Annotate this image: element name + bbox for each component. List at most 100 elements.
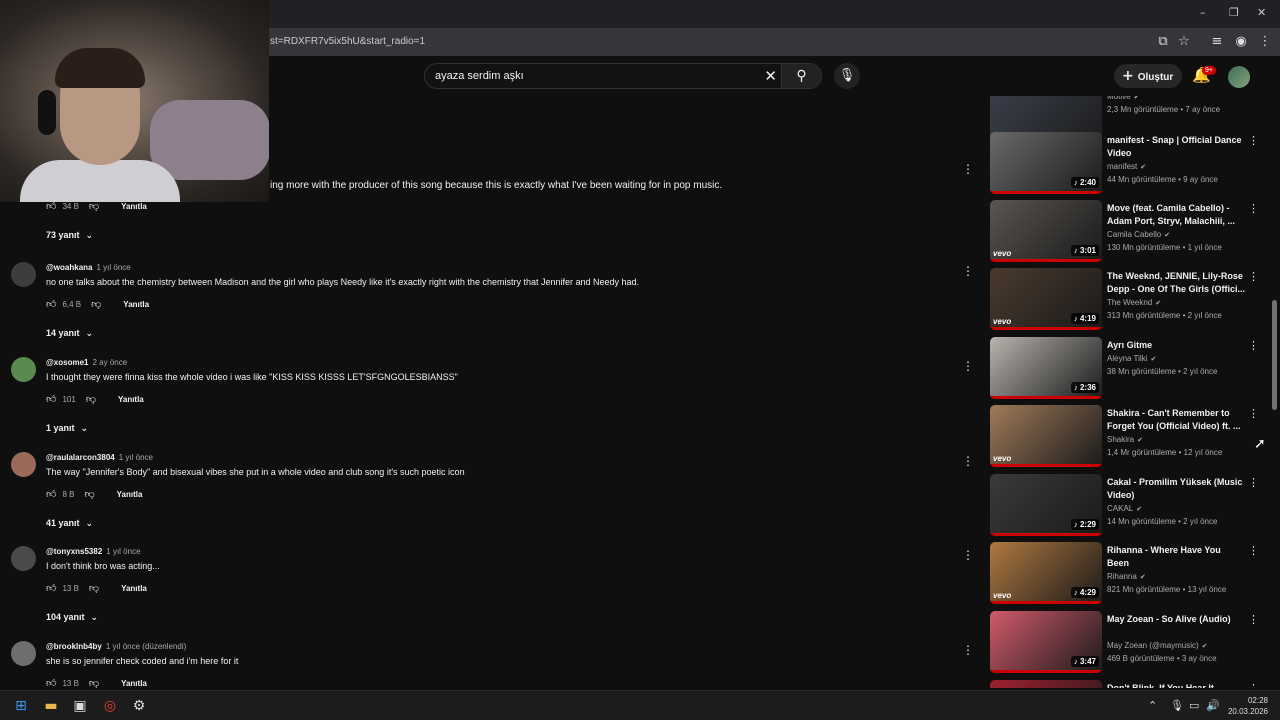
video-thumbnail[interactable]: ♪ 2:29	[990, 474, 1102, 536]
dislike-icon[interactable]: 👎︎	[86, 394, 96, 405]
dislike-icon[interactable]: 👎︎	[89, 678, 99, 688]
minimize-button[interactable]: –	[1200, 6, 1206, 19]
video-thumbnail[interactable]: ♪ 2:40	[990, 132, 1102, 194]
recommended-video[interactable]: ♪ 2:36 Ayrı Gitme Aleyna Tilki ✔ 38 Mn görün…	[990, 337, 1270, 403]
comment-menu-icon[interactable]: ⋮	[962, 359, 974, 373]
like-icon[interactable]: 👍︎	[46, 299, 56, 310]
comment-avatar[interactable]	[11, 452, 36, 477]
page-scrollbar[interactable]	[1272, 96, 1278, 688]
scrollbar-thumb[interactable]	[1272, 300, 1277, 410]
system-clock[interactable]: 02:28 20.03.2026	[1222, 695, 1268, 717]
user-avatar[interactable]	[1228, 66, 1250, 88]
close-window-button[interactable]: ✕	[1257, 6, 1266, 19]
channel-name[interactable]: manifest ✔	[1107, 162, 1146, 171]
video-title[interactable]: manifest - Snap | Official Dance Video	[1107, 134, 1245, 160]
comment-avatar[interactable]	[11, 357, 36, 382]
video-menu-icon[interactable]: ⋮	[1248, 544, 1259, 557]
install-app-icon[interactable]: ⧉	[1154, 33, 1172, 51]
video-title[interactable]: Cakal - Promilim Yüksek (Music Video)	[1107, 476, 1245, 502]
comment-time[interactable]: 1 yıl önce	[106, 547, 140, 556]
video-thumbnail[interactable]: vevo	[990, 405, 1102, 467]
reply-button[interactable]: Yanıtla	[121, 584, 147, 593]
comment-menu-icon[interactable]: ⋮	[962, 162, 974, 176]
search-box[interactable]: ayaza serdim aşkı ✕ ⚲	[424, 63, 822, 89]
comment-author[interactable]: @tonyxns5382 1 yıl önce	[46, 547, 141, 556]
video-menu-icon[interactable]: ⋮	[1248, 134, 1259, 147]
comment-menu-icon[interactable]: ⋮	[962, 548, 974, 562]
video-menu-icon[interactable]: ⋮	[1248, 407, 1259, 420]
comment-time[interactable]: 1 yıl önce (düzenlendi)	[106, 642, 187, 651]
video-menu-icon[interactable]: ⋮	[1248, 476, 1259, 489]
network-icon[interactable]: ▭	[1189, 699, 1199, 712]
video-thumbnail[interactable]: vevo ♪ 3:01	[990, 200, 1102, 262]
channel-name[interactable]: May Zoean (@maymusic) ✔	[1107, 641, 1208, 650]
like-icon[interactable]: 👍︎	[46, 678, 56, 688]
like-icon[interactable]: 👍︎	[46, 489, 56, 500]
reply-button[interactable]: Yanıtla	[117, 490, 143, 499]
recommended-video[interactable]: ♪ 2:40 manifest - Snap | Official Dance V…	[990, 132, 1270, 198]
channel-name[interactable]: CAKAL ✔	[1107, 504, 1142, 513]
dislike-icon[interactable]: 👎︎	[91, 299, 101, 310]
reply-button[interactable]: Yanıtla	[123, 300, 149, 309]
comment-author[interactable]: @xosome1 2 ay önce	[46, 358, 127, 367]
view-replies-button[interactable]: 1 yanıt ⌄	[46, 423, 88, 434]
comment-avatar[interactable]	[11, 262, 36, 287]
video-menu-icon[interactable]: ⋮	[1248, 613, 1259, 626]
app-icon[interactable]: ⚙	[130, 697, 148, 715]
url-text[interactable]: st=RDXFR7v5ix5hU&start_radio=1	[270, 36, 425, 47]
comment-author[interactable]: @raulalarcon3804 1 yıl önce	[46, 453, 153, 462]
microphone-tray-icon[interactable]: 🎙	[1170, 699, 1184, 712]
chrome-icon[interactable]: ◎	[101, 697, 119, 715]
comment-menu-icon[interactable]: ⋮	[962, 454, 974, 468]
maximize-button[interactable]: ❐	[1229, 6, 1239, 19]
recommended-video[interactable]: vevo ♪ 3:01 Move (feat. Camila Cabello) - …	[990, 200, 1270, 266]
file-explorer-icon[interactable]: ▬	[42, 697, 60, 715]
view-replies-button[interactable]: 73 yanıt ⌄	[46, 230, 93, 241]
video-thumbnail[interactable]: vevo ♪ 4:29	[990, 542, 1102, 604]
channel-name[interactable]: Shakira ✔	[1107, 435, 1143, 444]
windows-start-icon[interactable]: ⊞	[12, 697, 30, 715]
video-title[interactable]: Shakira - Can't Remember to Forget You (…	[1107, 407, 1245, 433]
comment-time[interactable]: 1 yıl önce	[96, 263, 130, 272]
create-button[interactable]: + Oluştur	[1114, 64, 1182, 88]
channel-name[interactable]: Camila Cabello ✔	[1107, 230, 1170, 239]
video-title[interactable]: Ayrı Gitme	[1107, 339, 1245, 352]
media-control-icon[interactable]: ≡	[1208, 33, 1226, 51]
clear-search-icon[interactable]: ✕	[764, 67, 777, 85]
video-title[interactable]: Move (feat. Camila Cabello) - Adam Port,…	[1107, 202, 1245, 228]
comment-time[interactable]: 1 yıl önce	[119, 453, 153, 462]
video-thumbnail[interactable]: vevo ♪ 4:19	[990, 268, 1102, 330]
comment-time[interactable]: 2 ay önce	[92, 358, 127, 367]
video-thumbnail[interactable]: ♪ 2:36	[990, 337, 1102, 399]
video-title[interactable]: Rihanna - Where Have You Been	[1107, 544, 1245, 570]
store-icon[interactable]: ▣	[71, 697, 89, 715]
channel-name[interactable]: Motive ✔	[1107, 96, 1139, 101]
like-icon[interactable]: 👍︎	[46, 583, 56, 594]
channel-name[interactable]: Rihanna ✔	[1107, 572, 1146, 581]
tray-expand-icon[interactable]: ⌃	[1148, 699, 1157, 712]
comment-author[interactable]: @brooklnb4by 1 yıl önce (düzenlendi)	[46, 642, 186, 651]
channel-name[interactable]: The Weeknd ✔	[1107, 298, 1161, 307]
search-input[interactable]: ayaza serdim aşkı	[435, 70, 524, 82]
video-title[interactable]: Don't Blink, If You Hear It	[1107, 682, 1245, 688]
video-title[interactable]: May Zoean - So Alive (Audio)	[1107, 613, 1245, 626]
video-menu-icon[interactable]: ⋮	[1248, 202, 1259, 215]
recommended-video[interactable]: vevo ♪ 4:19 The Weeknd, JENNIE, Lily-Rose …	[990, 268, 1270, 334]
like-icon[interactable]: 👍︎	[46, 394, 56, 405]
recommended-video[interactable]: Don't Blink, If You Hear It⋮	[990, 680, 1270, 688]
reply-button[interactable]: Yanıtla	[121, 202, 147, 211]
dislike-icon[interactable]: 👎︎	[84, 489, 94, 500]
reply-button[interactable]: Yanıtla	[121, 679, 147, 688]
dislike-icon[interactable]: 👎︎	[89, 583, 99, 594]
comment-menu-icon[interactable]: ⋮	[962, 264, 974, 278]
channel-name[interactable]: Aleyna Tilki ✔	[1107, 354, 1156, 363]
comment-avatar[interactable]	[11, 641, 36, 666]
reply-button[interactable]: Yanıtla	[118, 395, 144, 404]
video-thumbnail[interactable]: ♪ 3:47	[990, 611, 1102, 673]
view-replies-button[interactable]: 41 yanıt ⌄	[46, 518, 93, 529]
video-title[interactable]: The Weeknd, JENNIE, Lily-Rose Depp - One…	[1107, 270, 1245, 296]
voice-search-button[interactable]: 🎙	[834, 63, 860, 89]
recommended-video[interactable]: vevo Shakira - Can't Remember to Forget Y…	[990, 405, 1270, 471]
video-thumbnail[interactable]	[990, 680, 1102, 688]
view-replies-button[interactable]: 104 yanıt ⌄	[46, 612, 98, 623]
